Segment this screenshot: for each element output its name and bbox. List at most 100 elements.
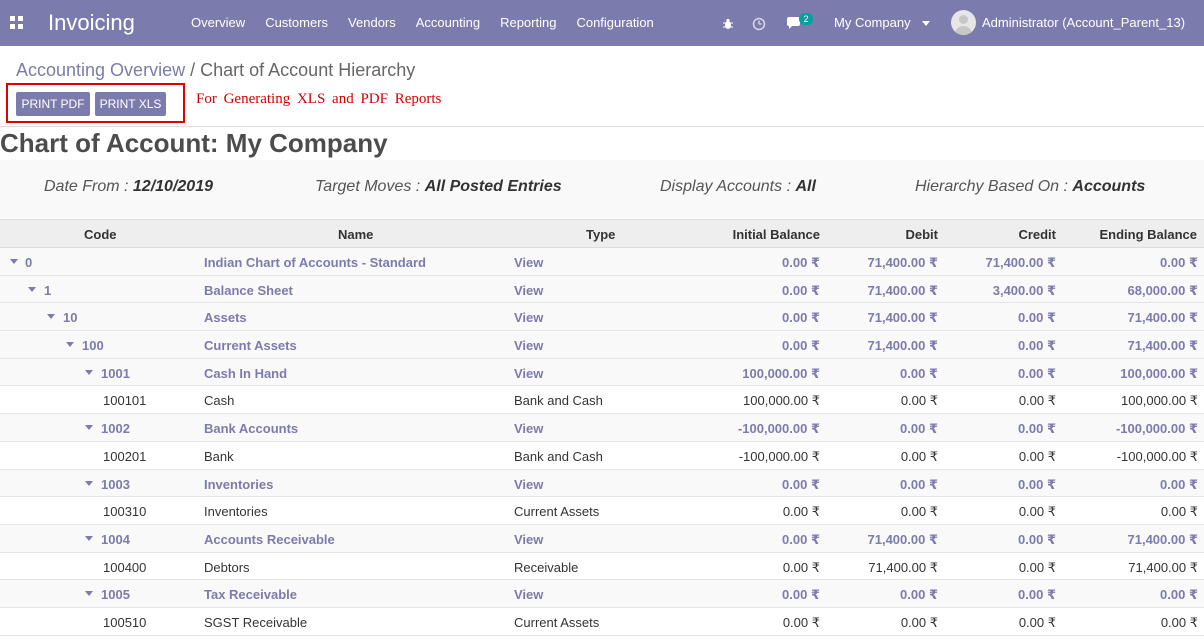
debit: 0.00 ₹ — [900, 504, 938, 520]
table-row[interactable]: 1001 Cash In Hand View 100,000.00 ₹ 0.00 ₹ 0.… — [0, 358, 1204, 387]
breadcrumb-accounting-overview[interactable]: Accounting Overview — [16, 60, 185, 80]
header-code[interactable]: Code — [84, 227, 117, 242]
account-code[interactable]: 0 — [25, 255, 32, 270]
caret-down-icon[interactable] — [85, 591, 93, 597]
filter-display-accounts: Display Accounts : All — [660, 178, 816, 195]
account-type: View — [514, 421, 544, 437]
debit: 71,400.00 ₹ — [867, 338, 939, 354]
ending-balance: 71,400.00 ₹ — [1127, 531, 1199, 547]
chat-icon[interactable] — [786, 0, 801, 46]
table-row: 100101 Cash Bank and Cash 100,000.00 ₹ 0.00 … — [0, 386, 1204, 415]
breadcrumb-separator: / — [190, 60, 196, 80]
initial-balance: 0.00 ₹ — [782, 282, 820, 298]
header-initial-balance[interactable]: Initial Balance — [733, 227, 820, 242]
account-code[interactable]: 1002 — [101, 421, 130, 436]
account-code[interactable]: 1004 — [101, 532, 130, 547]
initial-balance: 100,000.00 ₹ — [743, 393, 820, 409]
caret-down-icon[interactable] — [85, 535, 93, 541]
account-name[interactable]: Bank Accounts — [204, 421, 298, 436]
table-row[interactable]: 1002 Bank Accounts View -100,000.00 ₹ 0.00 ₹… — [0, 414, 1204, 442]
account-code[interactable]: 10 — [63, 310, 77, 325]
account-name[interactable]: Cash In Hand — [204, 366, 287, 381]
account-code[interactable]: 100 — [82, 338, 104, 353]
debit: 0.00 ₹ — [900, 587, 938, 603]
ending-balance: 0.00 ₹ — [1160, 504, 1198, 520]
account-name[interactable]: Accounts Receivable — [204, 532, 335, 547]
table-row[interactable]: 1003 Inventories View 0.00 ₹ 0.00 ₹ 0.00 ₹ 0.0… — [0, 469, 1204, 498]
menu-item-overview[interactable]: Overview — [181, 0, 255, 46]
account-code: 100310 — [103, 504, 147, 520]
credit: 0.00 ₹ — [1018, 559, 1056, 575]
initial-balance: 0.00 ₹ — [782, 614, 820, 630]
table-row: 100400 Debtors Receivable 0.00 ₹ 71,400.00 ₹… — [0, 552, 1204, 581]
app-title[interactable]: Invoicing — [48, 10, 135, 36]
account-name[interactable]: Balance Sheet — [204, 283, 293, 298]
credit: 0.00 ₹ — [1018, 421, 1056, 437]
apps-grid-icon[interactable] — [10, 16, 24, 30]
caret-down-icon[interactable] — [66, 342, 74, 348]
account-code[interactable]: 1001 — [101, 366, 130, 381]
filter-target-moves: Target Moves : All Posted Entries — [315, 178, 562, 195]
caret-down-icon[interactable] — [28, 286, 36, 292]
table-row[interactable]: 1004 Accounts Receivable View 0.00 ₹ 71,400.… — [0, 524, 1204, 553]
bug-icon[interactable] — [722, 0, 734, 46]
menu-item-customers[interactable]: Customers — [255, 0, 338, 46]
credit: 3,400.00 ₹ — [992, 282, 1056, 298]
company-switcher[interactable]: My Company — [834, 0, 931, 46]
account-name[interactable]: Tax Receivable — [204, 587, 297, 602]
account-type: Bank and Cash — [514, 393, 603, 409]
header-type[interactable]: Type — [586, 227, 615, 242]
debit: 71,400.00 ₹ — [867, 255, 939, 270]
caret-down-icon[interactable] — [85, 369, 93, 375]
menu-item-vendors[interactable]: Vendors — [338, 0, 406, 46]
table-row[interactable]: 100 Current Assets View 0.00 ₹ 71,400.00 ₹ 0.… — [0, 331, 1204, 359]
chevron-down-icon — [922, 21, 931, 27]
menu-item-configuration[interactable]: Configuration — [566, 0, 663, 46]
menu-item-reporting[interactable]: Reporting — [490, 0, 566, 46]
table-row[interactable]: 1 Balance Sheet View 0.00 ₹ 71,400.00 ₹ 3,400… — [0, 275, 1204, 304]
table-row[interactable]: 0 Indian Chart of Accounts - Standard View… — [0, 248, 1204, 276]
menu-item-accounting[interactable]: Accounting — [406, 0, 490, 46]
account-code[interactable]: 1 — [44, 283, 51, 298]
table-row[interactable]: 1005 Tax Receivable View 0.00 ₹ 0.00 ₹ 0.00 ₹… — [0, 580, 1204, 608]
header-ending-balance[interactable]: Ending Balance — [1099, 227, 1197, 242]
print-pdf-button[interactable]: PRINT PDF — [16, 92, 90, 116]
clock-icon[interactable] — [752, 0, 766, 46]
initial-balance: 0.00 ₹ — [782, 310, 820, 326]
top-navbar: Invoicing Overview Customers Vendors Acc… — [0, 0, 1204, 46]
account-code[interactable]: 1005 — [101, 587, 130, 602]
initial-balance: -100,000.00 ₹ — [738, 448, 820, 464]
account-name: Debtors — [204, 559, 250, 575]
header-credit[interactable]: Credit — [1018, 227, 1056, 242]
caret-down-icon[interactable] — [85, 425, 93, 431]
debit: 0.00 ₹ — [900, 393, 938, 409]
user-avatar[interactable] — [951, 10, 976, 35]
account-name: Bank — [204, 448, 234, 464]
ending-balance: -100,000.00 ₹ — [1115, 421, 1198, 437]
header-name[interactable]: Name — [338, 227, 373, 242]
header-debit[interactable]: Debit — [906, 227, 939, 242]
account-name[interactable]: Current Assets — [204, 338, 297, 353]
caret-down-icon[interactable] — [10, 259, 18, 264]
caret-down-icon[interactable] — [47, 314, 55, 320]
credit: 0.00 ₹ — [1018, 614, 1056, 630]
account-name[interactable]: Inventories — [204, 477, 273, 492]
account-type: Current Assets — [514, 504, 600, 520]
caret-down-icon[interactable] — [85, 480, 93, 486]
credit: 0.00 ₹ — [1018, 531, 1056, 547]
initial-balance: 0.00 ₹ — [782, 338, 820, 354]
debit: 0.00 ₹ — [900, 365, 938, 381]
ending-balance: 0.00 ₹ — [1160, 255, 1198, 270]
account-name[interactable]: Assets — [204, 310, 247, 325]
credit: 0.00 ₹ — [1018, 365, 1056, 381]
annotation-note: For Generating XLS and PDF Reports — [196, 91, 442, 107]
account-name[interactable]: Indian Chart of Accounts - Standard — [204, 255, 426, 270]
account-type: Current Assets — [514, 614, 600, 630]
account-code[interactable]: 1003 — [101, 477, 130, 492]
table-row: 100510 SGST Receivable Current Assets 0.00 … — [0, 607, 1204, 636]
user-menu[interactable]: Administrator (Account_Parent_13) — [982, 0, 1185, 46]
print-xls-button[interactable]: PRINT XLS — [95, 92, 166, 116]
account-name: SGST Receivable — [204, 614, 308, 630]
table-row[interactable]: 10 Assets View 0.00 ₹ 71,400.00 ₹ 0.00 ₹ 71,40… — [0, 303, 1204, 332]
account-code: 100400 — [103, 559, 147, 575]
